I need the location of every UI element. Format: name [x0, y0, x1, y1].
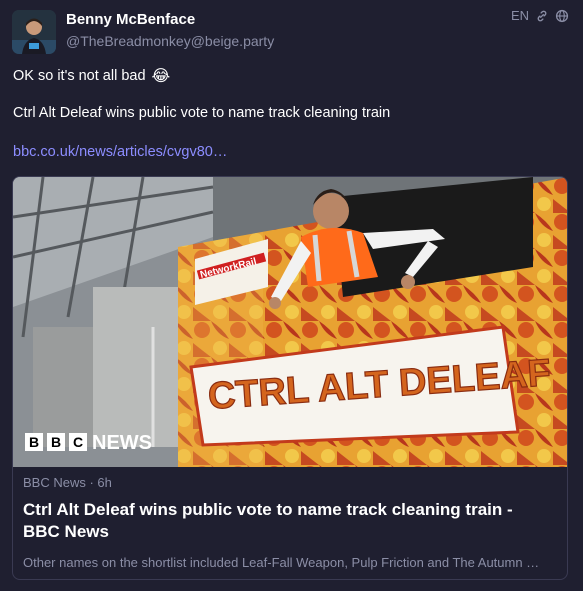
bbc-logo-letter: B	[51, 434, 61, 450]
link-icon[interactable]	[535, 9, 549, 23]
globe-icon[interactable]	[555, 9, 569, 23]
bbc-logo-letter: C	[73, 434, 83, 450]
bbc-logo-letter: B	[29, 434, 39, 450]
post-text-line-2: Ctrl Alt Deleaf wins public vote to name…	[13, 105, 391, 121]
avatar[interactable]	[12, 10, 56, 54]
train-photo: NetworkRail CTRL ALT DELEAF B B C NEWS	[13, 177, 567, 467]
bbc-news-wordmark: NEWS	[92, 432, 152, 454]
post-text-line-1: OK so it's not all bad 😂	[13, 66, 170, 86]
post-text: OK so it's not all bad	[13, 68, 146, 84]
author-handle[interactable]: @TheBreadmonkey@beige.party	[66, 33, 274, 49]
preview-image[interactable]: NetworkRail CTRL ALT DELEAF B B C NEWS	[13, 177, 567, 467]
laughing-emoji-icon: 😂	[151, 68, 171, 85]
card-title[interactable]: Ctrl Alt Deleaf wins public vote to name…	[23, 499, 553, 543]
link-preview-card[interactable]: NetworkRail CTRL ALT DELEAF B B C NEWS B…	[12, 176, 568, 580]
author-name[interactable]: Benny McBenface	[66, 11, 195, 28]
language-label: EN	[510, 8, 529, 23]
avatar-image	[12, 10, 56, 54]
article-link[interactable]: bbc.co.uk/news/articles/cvgv80…	[13, 144, 227, 160]
post[interactable]: Benny McBenface @TheBreadmonkey@beige.pa…	[0, 0, 583, 591]
card-description: Other names on the shortlist included Le…	[23, 555, 540, 570]
card-source: BBC News · 6h	[23, 475, 112, 490]
post-meta: EN	[511, 8, 569, 23]
